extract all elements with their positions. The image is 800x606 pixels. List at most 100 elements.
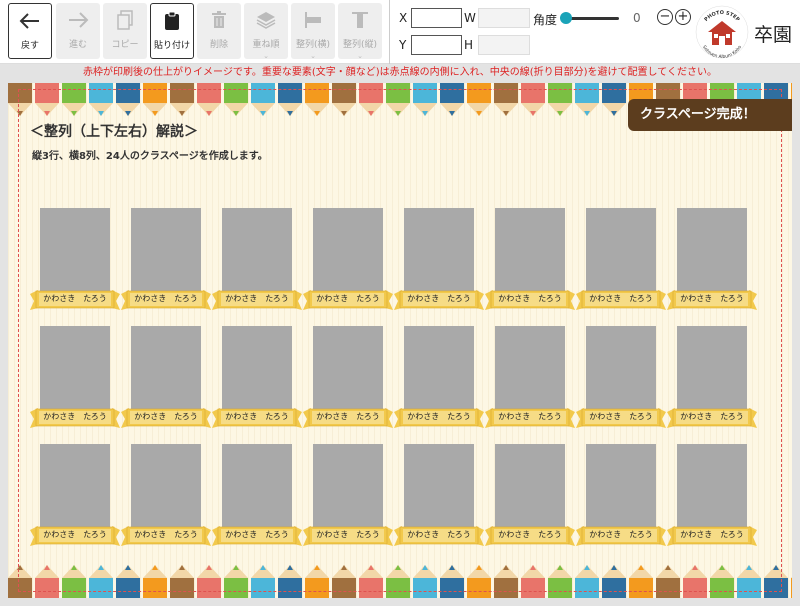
photo-placeholder[interactable] xyxy=(313,326,383,409)
student-card[interactable]: かわさき たろう xyxy=(303,326,393,438)
student-name[interactable]: かわさき たろう xyxy=(121,529,211,540)
student-name[interactable]: かわさき たろう xyxy=(485,293,575,304)
student-name[interactable]: かわさき たろう xyxy=(394,293,484,304)
toolbar-button-clipboard[interactable]: 貼り付け xyxy=(150,3,194,59)
student-name[interactable]: かわさき たろう xyxy=(576,293,666,304)
photo-placeholder[interactable] xyxy=(677,208,747,291)
x-label: X xyxy=(399,11,408,25)
student-card[interactable]: かわさき たろう xyxy=(212,208,302,320)
photo-placeholder[interactable] xyxy=(222,444,292,527)
photo-placeholder[interactable] xyxy=(677,444,747,527)
student-name[interactable]: かわさき たろう xyxy=(30,411,120,422)
zoom-in-button[interactable]: + xyxy=(675,9,691,25)
student-card[interactable]: かわさき たろう xyxy=(394,326,484,438)
photo-placeholder[interactable] xyxy=(222,326,292,409)
student-name[interactable]: かわさき たろう xyxy=(394,411,484,422)
photo-placeholder[interactable] xyxy=(495,326,565,409)
student-card[interactable]: かわさき たろう xyxy=(394,208,484,320)
student-card[interactable]: かわさき たろう xyxy=(667,326,757,438)
w-input[interactable] xyxy=(478,8,530,28)
photo-placeholder[interactable] xyxy=(222,208,292,291)
photo-placeholder[interactable] xyxy=(131,326,201,409)
photo-placeholder[interactable] xyxy=(404,208,474,291)
photo-placeholder[interactable] xyxy=(313,208,383,291)
student-card[interactable]: かわさき たろう xyxy=(303,444,393,556)
photo-placeholder[interactable] xyxy=(40,208,110,291)
student-name[interactable]: かわさき たろう xyxy=(212,411,302,422)
student-card[interactable]: かわさき たろう xyxy=(30,208,120,320)
student-card[interactable]: かわさき たろう xyxy=(394,444,484,556)
angle-slider-thumb[interactable] xyxy=(560,12,572,24)
student-card[interactable]: かわさき たろう xyxy=(576,444,666,556)
pencil-shape xyxy=(8,83,32,103)
pencil-shape xyxy=(602,83,626,103)
angle-slider[interactable] xyxy=(565,17,619,20)
toolbar-button-trash[interactable]: 削除 xyxy=(197,3,241,59)
toolbar-button-copy[interactable]: コピー xyxy=(103,3,147,59)
photo-placeholder[interactable] xyxy=(131,444,201,527)
photo-placeholder[interactable] xyxy=(586,326,656,409)
photo-placeholder[interactable] xyxy=(40,444,110,527)
student-name[interactable]: かわさき たろう xyxy=(576,411,666,422)
align-vertical-icon xyxy=(350,3,370,37)
student-name[interactable]: かわさき たろう xyxy=(667,411,757,422)
photo-placeholder[interactable] xyxy=(313,444,383,527)
toolbar-button-layers[interactable]: 重ね順 ⌄ xyxy=(244,3,288,60)
photo-placeholder[interactable] xyxy=(586,444,656,527)
student-name[interactable]: かわさき たろう xyxy=(30,529,120,540)
photo-placeholder[interactable] xyxy=(40,326,110,409)
pencil-shape xyxy=(35,83,59,103)
student-card[interactable]: かわさき たろう xyxy=(576,208,666,320)
student-card[interactable]: かわさき たろう xyxy=(485,444,575,556)
student-name[interactable]: かわさき たろう xyxy=(576,529,666,540)
toolbar-button-align-horizontal[interactable]: 整列(横) ⌄ xyxy=(291,3,335,60)
student-name[interactable]: かわさき たろう xyxy=(485,411,575,422)
student-card[interactable]: かわさき たろう xyxy=(121,326,211,438)
student-card[interactable]: かわさき たろう xyxy=(212,326,302,438)
page-title[interactable]: ＜整列（上下左右）解説＞ xyxy=(30,121,198,141)
student-card[interactable]: かわさき たろう xyxy=(667,444,757,556)
student-name[interactable]: かわさき たろう xyxy=(667,293,757,304)
h-input[interactable] xyxy=(478,35,530,55)
student-name[interactable]: かわさき たろう xyxy=(303,529,393,540)
h-label: H xyxy=(464,38,474,52)
toolbar-button-align-vertical[interactable]: 整列(縦) ⌄ xyxy=(338,3,382,60)
photo-placeholder[interactable] xyxy=(495,208,565,291)
student-card[interactable]: かわさき たろう xyxy=(212,444,302,556)
student-name[interactable]: かわさき たろう xyxy=(485,529,575,540)
student-card[interactable]: かわさき たろう xyxy=(667,208,757,320)
toolbar-button-arrow-right[interactable]: 進む xyxy=(56,3,100,59)
copy-icon xyxy=(117,3,133,37)
student-name[interactable]: かわさき たろう xyxy=(303,411,393,422)
toolbar-button-arrow-left[interactable]: 戻す xyxy=(8,3,52,59)
photo-placeholder[interactable] xyxy=(495,444,565,527)
student-card[interactable]: かわさき たろう xyxy=(30,444,120,556)
photo-placeholder[interactable] xyxy=(404,444,474,527)
page-subtitle[interactable]: 縦3行、横8列、24人のクラスページを作成します。 xyxy=(32,147,268,162)
pencil-shape xyxy=(467,578,491,598)
photo-placeholder[interactable] xyxy=(131,208,201,291)
student-card[interactable]: かわさき たろう xyxy=(30,326,120,438)
pencil-shape xyxy=(278,578,302,598)
student-name[interactable]: かわさき たろう xyxy=(212,529,302,540)
student-name[interactable]: かわさき たろう xyxy=(212,293,302,304)
x-input[interactable] xyxy=(411,8,462,28)
y-input[interactable] xyxy=(411,35,462,55)
student-card[interactable]: かわさき たろう xyxy=(485,326,575,438)
photo-placeholder[interactable] xyxy=(586,208,656,291)
student-name[interactable]: かわさき たろう xyxy=(394,529,484,540)
zoom-out-button[interactable]: − xyxy=(657,9,673,25)
student-card[interactable]: かわさき たろう xyxy=(485,208,575,320)
student-card[interactable]: かわさき たろう xyxy=(121,444,211,556)
student-name[interactable]: かわさき たろう xyxy=(30,293,120,304)
student-card[interactable]: かわさき たろう xyxy=(303,208,393,320)
student-card[interactable]: かわさき たろう xyxy=(121,208,211,320)
student-card[interactable]: かわさき たろう xyxy=(576,326,666,438)
student-name[interactable]: かわさき たろう xyxy=(667,529,757,540)
student-name[interactable]: かわさき たろう xyxy=(121,293,211,304)
photo-placeholder[interactable] xyxy=(677,326,747,409)
album-page[interactable]: ＜整列（上下左右）解説＞ 縦3行、横8列、24人のクラスページを作成します。 ク… xyxy=(8,83,792,598)
student-name[interactable]: かわさき たろう xyxy=(121,411,211,422)
photo-placeholder[interactable] xyxy=(404,326,474,409)
student-name[interactable]: かわさき たろう xyxy=(303,293,393,304)
